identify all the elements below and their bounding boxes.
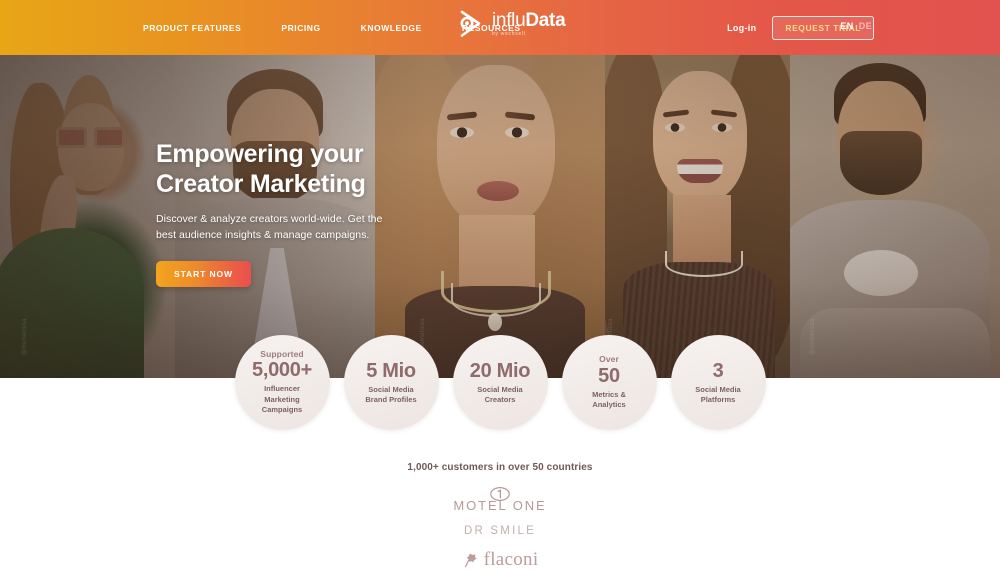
hero-person-1 [0, 55, 175, 378]
hero-title-line-2: Creator Marketing [156, 170, 366, 198]
stat-card-platforms: 3 Social Media Platforms [670, 335, 766, 430]
hero-title: Empowering your Creator Marketing [156, 139, 486, 199]
stat-label: Influencer Marketing Campaigns [262, 384, 302, 414]
stat-label-line-2: Brand Profiles [365, 395, 417, 404]
hero-person-5 [790, 55, 1000, 378]
stat-label: Social Media Brand Profiles [365, 385, 416, 405]
login-link[interactable]: Log-in [727, 23, 756, 33]
customer-logo-dr-smile: DR SMILE [464, 525, 536, 537]
stat-label-line-2: Analytics [592, 399, 626, 409]
lang-option-de[interactable]: DE [859, 21, 872, 31]
hero-subtitle: Discover & analyze creators world-wide. … [156, 213, 383, 241]
site-logo[interactable]: influData by wechselt [456, 8, 566, 40]
stat-label: Social Media Platforms [695, 385, 740, 405]
stat-card-creators: 20 Mio Social Media Creators [452, 335, 548, 430]
logo-word-bold: Data [525, 10, 566, 31]
stat-label-line-3: Campaigns [261, 404, 303, 414]
hero-section: @itsmelissa @itsmelissa @itsmelissa @its… [0, 55, 1000, 378]
stat-value: 50 [598, 364, 620, 387]
nav-item-product-features[interactable]: PRODUCT FEATURES [143, 23, 241, 33]
customer-logo-motel-one: MOTEL ONE [453, 486, 546, 513]
stat-value: 5 Mio [366, 359, 416, 382]
stat-card-brand-profiles: 5 Mio Social Media Brand Profiles [343, 335, 439, 430]
stat-card-campaigns: Supported 5,000+ Influencer Marketing Ca… [234, 335, 330, 430]
customer-logo-list: MOTEL ONE DR SMILE flaconi [453, 486, 546, 571]
lang-option-en[interactable]: EN [840, 21, 853, 31]
stat-label: Social Media Creators [477, 385, 522, 405]
customers-section: 1,000+ customers in over 50 countries MO… [0, 440, 1000, 571]
flaconi-wordmark: flaconi [483, 549, 539, 570]
stat-value: 3 [712, 359, 724, 382]
stat-label-line-2: Creators [484, 395, 516, 404]
stat-prefix: Supported [260, 349, 304, 360]
start-now-button[interactable]: START NOW [156, 260, 251, 287]
stat-value: 5,000+ [252, 359, 312, 382]
logo-word-light: influ [492, 10, 526, 31]
hero-content: Empowering your Creator Marketing Discov… [156, 139, 486, 287]
language-switcher: EN DE [840, 21, 872, 31]
motel-one-wordmark: MOTEL ONE [453, 498, 547, 513]
stat-label-line-1: Social Media [695, 384, 741, 394]
customers-title: 1,000+ customers in over 50 countries [407, 462, 593, 473]
nav-item-knowledge[interactable]: KNOWLEDGE [361, 23, 422, 33]
customer-logo-flaconi: flaconi [462, 549, 539, 571]
logo-tagline: by wechselt [492, 31, 526, 37]
stat-label-line-2: Marketing [264, 394, 300, 404]
nav-item-pricing[interactable]: PRICING [281, 23, 320, 33]
stat-label-line-1: Influencer [264, 384, 300, 394]
logo-wordmark: influData [492, 10, 566, 31]
stat-label-line-2: Platforms [700, 395, 736, 404]
site-header: PRODUCT FEATURES PRICING KNOWLEDGE RESOU… [0, 0, 1000, 55]
stat-label: Metrics & Analytics [592, 390, 626, 410]
hero-person-4 [605, 55, 790, 378]
hero-title-line-1: Empowering your [156, 140, 364, 168]
hero-photo-collage [0, 55, 1000, 378]
stat-label-line-1: Social Media [477, 384, 523, 394]
stat-label-line-1: Metrics & [592, 389, 626, 399]
stat-prefix: Over [599, 354, 619, 365]
stat-card-metrics: Over 50 Metrics & Analytics [561, 335, 657, 430]
infludata-pin-icon [456, 8, 486, 40]
stat-value: 20 Mio [469, 359, 531, 382]
stat-label-line-1: Social Media [368, 384, 414, 394]
flaconi-leaf-icon [462, 552, 478, 568]
